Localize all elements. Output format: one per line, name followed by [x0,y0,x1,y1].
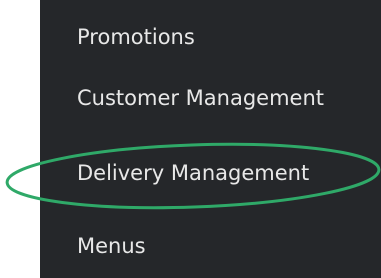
sidebar-item-promotions[interactable]: Promotions [77,25,195,49]
sidebar-item-delivery-management[interactable]: Delivery Management [77,161,309,185]
sidebar-item-customer-management[interactable]: Customer Management [77,86,324,110]
screenshot: Promotions Customer Management Delivery … [0,0,381,278]
sidebar-item-menus[interactable]: Menus [77,234,146,258]
